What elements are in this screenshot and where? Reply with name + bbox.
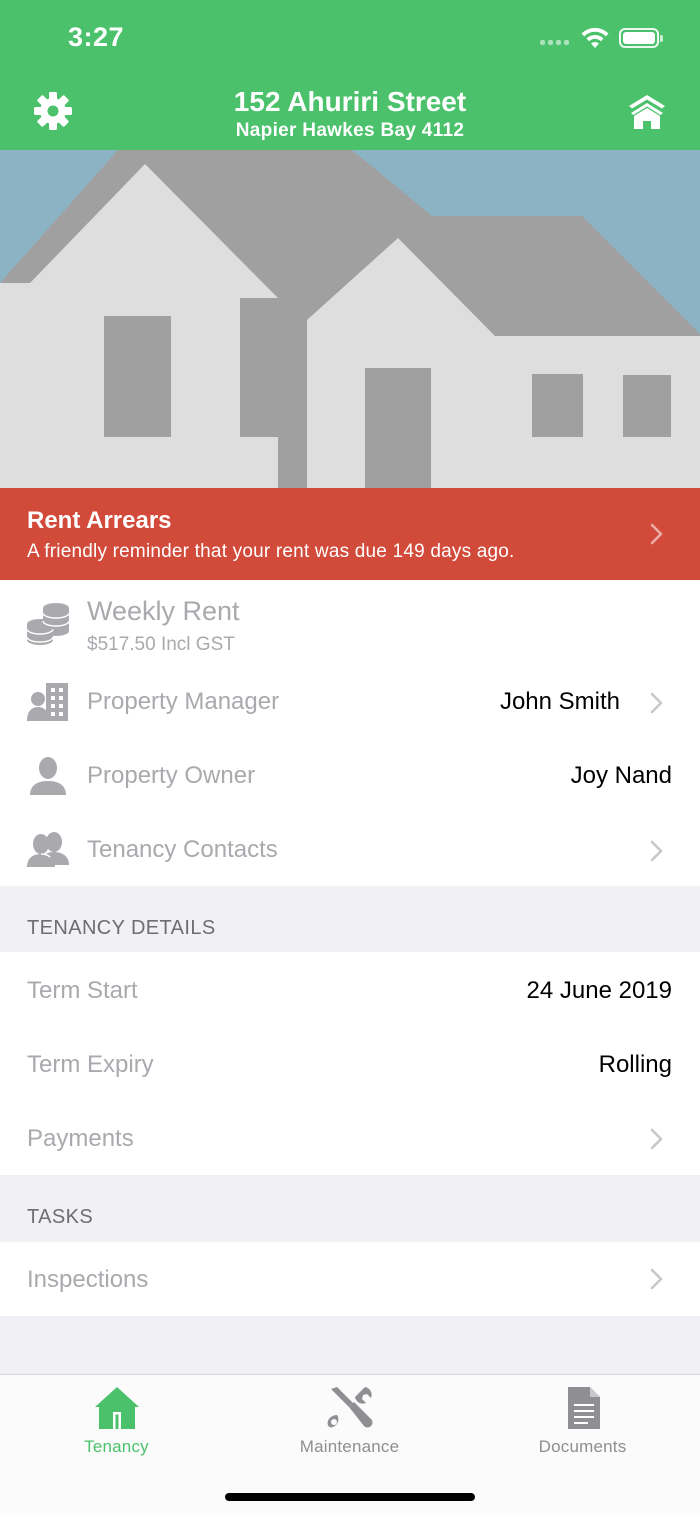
manager-office-icon	[27, 683, 68, 721]
term-start-label: Term Start	[27, 977, 138, 1004]
payments-label: Payments	[27, 1125, 134, 1152]
tenancy-details-heading: TENANCY DETAILS	[27, 917, 216, 939]
document-icon	[567, 1387, 600, 1429]
property-manager-value: John Smith	[499, 688, 620, 715]
houses-icon[interactable]	[628, 93, 666, 131]
tab-maintenance[interactable]: Maintenance	[233, 1375, 466, 1465]
tools-icon	[327, 1387, 372, 1428]
term-expiry-value: Rolling	[598, 1051, 672, 1078]
coins-icon	[26, 603, 70, 645]
house-icon	[94, 1387, 139, 1429]
term-start-row: Term Start 24 June 2019	[0, 953, 700, 1027]
alert-title: Rent Arrears	[27, 507, 172, 534]
battery-icon	[619, 28, 663, 48]
wifi-icon	[581, 27, 609, 48]
inspections-label: Inspections	[27, 1266, 149, 1293]
group-icon	[27, 832, 69, 867]
tab-documents[interactable]: Documents	[466, 1375, 699, 1465]
property-manager-row[interactable]: Property Manager John Smith	[0, 666, 700, 740]
chevron-right-icon	[650, 840, 664, 862]
gear-icon[interactable]	[33, 91, 73, 131]
tab-label: Maintenance	[299, 1437, 400, 1456]
alert-message: A friendly reminder that your rent was d…	[27, 541, 515, 562]
rent-arrears-alert[interactable]: Rent Arrears A friendly reminder that yo…	[0, 488, 700, 580]
property-owner-row: Property Owner Joy Nand	[0, 740, 700, 814]
term-expiry-label: Term Expiry	[27, 1051, 154, 1078]
tenancy-contacts-label: Tenancy Contacts	[87, 836, 278, 863]
property-address-subtitle: Napier Hawkes Bay 4112	[235, 120, 465, 141]
term-start-value: 24 June 2019	[526, 977, 672, 1004]
weekly-rent-value: $517.50 Incl GST	[87, 634, 235, 655]
tab-tenancy[interactable]: Tenancy	[0, 1375, 233, 1465]
person-icon	[30, 757, 66, 795]
property-manager-label: Property Manager	[87, 688, 280, 715]
tenancy-summary-card: Weekly Rent $517.50 Incl GST Property Ma…	[0, 580, 700, 886]
weekly-rent-row: Weekly Rent $517.50 Incl GST	[0, 580, 700, 666]
property-owner-value: Joy Nand	[570, 762, 672, 789]
inspections-row[interactable]: Inspections	[0, 1242, 700, 1316]
tasks-card: Inspections	[0, 1242, 700, 1316]
property-photo-placeholder	[0, 150, 700, 488]
property-address-title: 152 Ahuriri Street	[233, 86, 467, 117]
term-expiry-row: Term Expiry Rolling	[0, 1027, 700, 1101]
chevron-right-icon	[650, 692, 664, 714]
home-indicator[interactable]	[225, 1493, 475, 1501]
weekly-rent-label: Weekly Rent	[87, 596, 240, 626]
app-header: 3:27 152 Ahuriri Street Napier Hawkes Ba…	[0, 0, 700, 150]
chevron-right-icon	[650, 523, 664, 545]
status-time: 3:27	[68, 22, 125, 52]
chevron-right-icon	[650, 1128, 664, 1150]
property-owner-label: Property Owner	[87, 762, 256, 789]
chevron-right-icon	[650, 1268, 664, 1290]
tab-label: Tenancy	[84, 1437, 149, 1456]
tenancy-details-card: Term Start 24 June 2019 Term Expiry Roll…	[0, 952, 700, 1175]
payments-row[interactable]: Payments	[0, 1101, 700, 1175]
tenancy-contacts-row[interactable]: Tenancy Contacts	[0, 814, 700, 888]
cellular-signal-icon	[540, 40, 569, 45]
tasks-heading: TASKS	[27, 1206, 94, 1228]
tab-label: Documents	[538, 1437, 627, 1456]
